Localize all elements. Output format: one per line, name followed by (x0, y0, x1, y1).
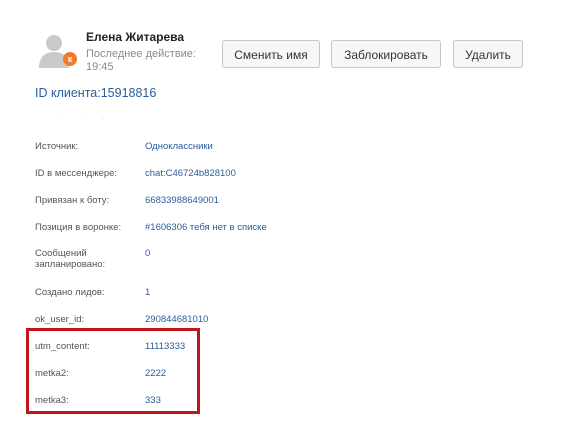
last-activity-label: Последнее действие: (86, 48, 196, 60)
field-label-funnel-position: Позиция в воронке: (35, 222, 122, 233)
field-value-scheduled-messages[interactable]: 0 (145, 248, 150, 259)
field-label-messenger-id: ID в мессенджере: (35, 168, 118, 179)
last-activity-time: 19:45 (86, 61, 114, 73)
field-value-bot[interactable]: 66833988649001 (145, 195, 219, 206)
field-label-ok-user-id: ok_user_id: (35, 314, 85, 325)
delete-button[interactable]: Удалить (453, 40, 523, 68)
field-value-ok-user-id[interactable]: 290844681010 (145, 314, 208, 325)
rename-button[interactable]: Сменить имя (222, 40, 320, 68)
client-card: к Елена Житарева Последнее действие: 19:… (0, 0, 574, 428)
field-value-messenger-id[interactable]: chat:C46724b828100 (145, 168, 236, 179)
user-name: Елена Житарева (86, 30, 185, 44)
field-label-scheduled-messages: Сообщений запланировано: (35, 248, 106, 270)
highlight-box (26, 328, 200, 414)
messenger-badge: к (63, 52, 77, 66)
field-value-funnel-position[interactable]: #1606306 тебя нет в списке (145, 222, 267, 233)
last-activity: Последнее действие: 19:45 (86, 48, 216, 74)
field-label-leads-created: Создано лидов: (35, 287, 105, 298)
faint-text: · · · (60, 114, 113, 123)
block-button[interactable]: Заблокировать (331, 40, 441, 68)
odnoklassniki-icon: к (67, 54, 73, 64)
field-label-bot: Привязан к боту: (35, 195, 110, 206)
field-value-source[interactable]: Одноклассники (145, 141, 213, 152)
field-label-source: Источник: (35, 141, 79, 152)
field-value-leads-created[interactable]: 1 (145, 287, 150, 298)
client-id: ID клиента:15918816 (35, 86, 157, 100)
